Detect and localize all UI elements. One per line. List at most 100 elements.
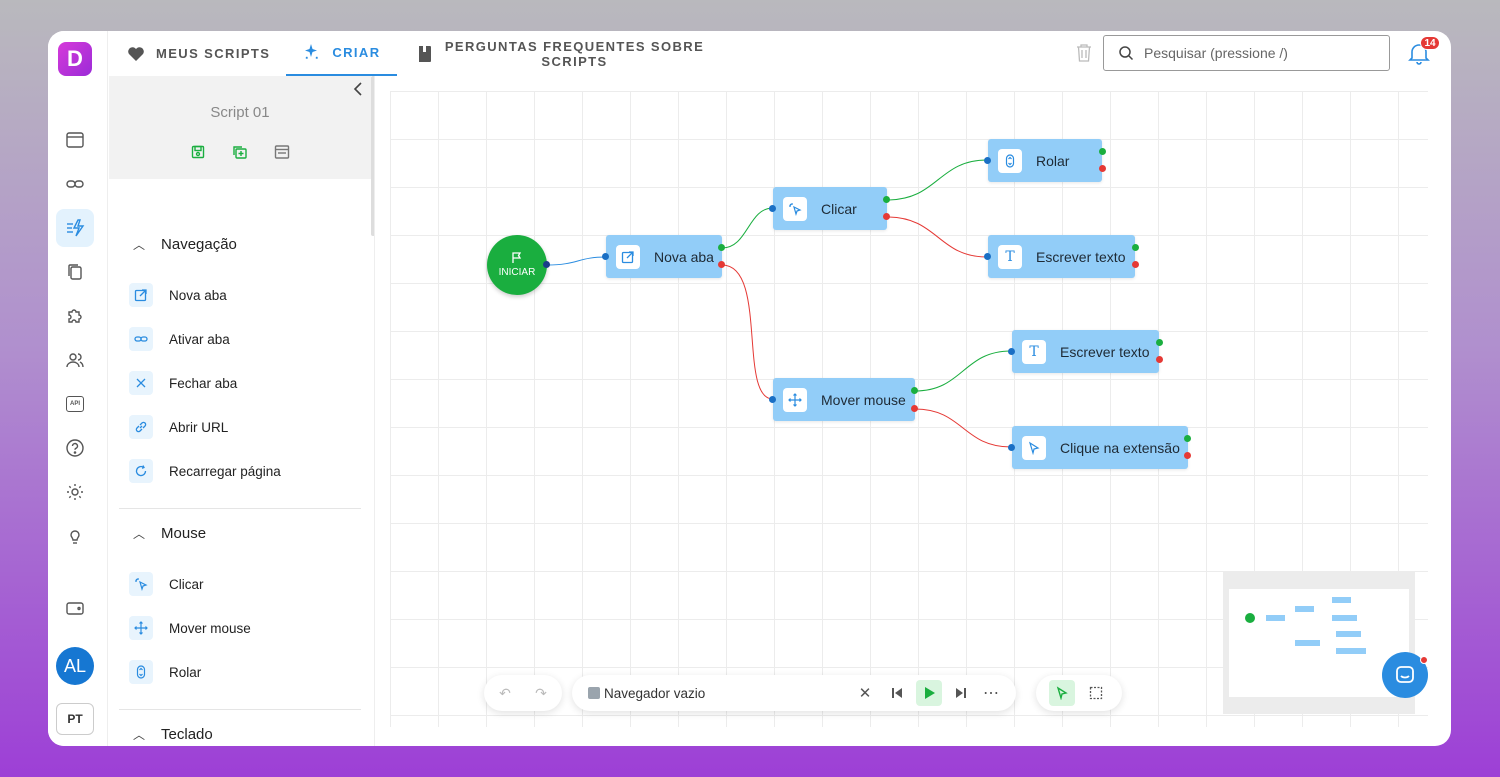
settings-icon[interactable]: [56, 473, 94, 511]
connector[interactable]: [911, 405, 918, 412]
action-activate-tab[interactable]: Ativar aba: [129, 327, 230, 351]
connector[interactable]: [718, 261, 725, 268]
section-navigation[interactable]: ︿ Navegação: [133, 236, 237, 253]
connector[interactable]: [1008, 348, 1015, 355]
minimap[interactable]: [1223, 571, 1415, 714]
wallet-icon[interactable]: [56, 589, 94, 627]
step-forward-icon[interactable]: [948, 680, 974, 706]
node-escrever-texto[interactable]: T Escrever texto: [988, 235, 1135, 278]
users-icon[interactable]: [56, 341, 94, 379]
node-label: Escrever texto: [1036, 248, 1126, 265]
start-node[interactable]: INICIAR: [487, 235, 547, 295]
chain-icon: [129, 415, 153, 439]
connector[interactable]: [718, 244, 725, 251]
action-label: Clicar: [169, 576, 204, 592]
sidebar-scrollbar[interactable]: [371, 76, 374, 236]
node-label: Rolar: [1036, 152, 1070, 169]
sparkle-icon: [305, 43, 319, 59]
connector[interactable]: [1099, 165, 1106, 172]
reload-icon: [129, 459, 153, 483]
chat-notification-dot: [1420, 656, 1428, 664]
scroll-icon: [998, 148, 1022, 173]
text-icon: T: [998, 244, 1022, 269]
undo-icon[interactable]: ↶: [492, 680, 518, 706]
select-pointer-icon[interactable]: [1049, 680, 1075, 706]
puzzle-icon[interactable]: [56, 297, 94, 335]
action-scroll[interactable]: Rolar: [129, 660, 201, 684]
node-nova-aba[interactable]: Nova aba: [606, 235, 722, 278]
connector[interactable]: [1156, 356, 1163, 363]
script-name[interactable]: Script 01: [109, 104, 371, 121]
connector[interactable]: [911, 387, 918, 394]
play-icon[interactable]: [916, 680, 942, 706]
connector[interactable]: [1132, 261, 1139, 268]
connector[interactable]: [1184, 435, 1191, 442]
api-icon[interactable]: API: [56, 385, 94, 423]
action-new-tab[interactable]: Nova aba: [129, 283, 227, 307]
close-icon[interactable]: ✕: [852, 680, 878, 706]
link-icon[interactable]: [56, 165, 94, 203]
step-back-icon[interactable]: [884, 680, 910, 706]
connector[interactable]: [984, 157, 991, 164]
automation-icon[interactable]: [56, 209, 94, 247]
action-label: Rolar: [169, 664, 202, 680]
tab-label: MEUS SCRIPTS: [156, 46, 271, 61]
bulb-icon[interactable]: [56, 517, 94, 555]
script-header: Script 01: [109, 76, 371, 179]
trash-icon[interactable]: [1075, 43, 1093, 68]
top-tabs: MEUS SCRIPTS CRIAR PERGUNTAS FREQUENTES …: [110, 31, 721, 76]
notification-badge: 14: [1420, 36, 1440, 50]
text-icon: T: [1022, 339, 1046, 364]
node-clique-extensao[interactable]: Clique na extensão: [1012, 426, 1188, 469]
minimap-start: [1245, 613, 1255, 623]
tab-my-scripts[interactable]: MEUS SCRIPTS: [110, 31, 286, 76]
connector[interactable]: [883, 213, 890, 220]
connector[interactable]: [1132, 244, 1139, 251]
node-escrever-texto[interactable]: T Escrever texto: [1012, 330, 1159, 373]
node-clicar[interactable]: Clicar: [773, 187, 887, 230]
search-input[interactable]: Pesquisar (pressione /): [1103, 35, 1390, 71]
more-icon[interactable]: ⋯: [978, 680, 1004, 706]
chevron-up-icon: ︿: [133, 238, 146, 252]
connector[interactable]: [769, 205, 776, 212]
window-icon[interactable]: [273, 143, 291, 161]
connector[interactable]: [984, 253, 991, 260]
app-logo[interactable]: D: [58, 42, 92, 76]
section-title: Navegação: [161, 236, 237, 253]
action-label: Mover mouse: [169, 620, 251, 636]
box-select-icon[interactable]: [1083, 680, 1109, 706]
tab-label: PERGUNTAS FREQUENTES SOBRE SCRIPTS: [444, 38, 705, 69]
copy-icon[interactable]: [56, 253, 94, 291]
connector[interactable]: [769, 396, 776, 403]
save-icon[interactable]: [189, 143, 207, 161]
tab-create[interactable]: CRIAR: [286, 31, 397, 76]
connector[interactable]: [543, 261, 550, 268]
action-move-mouse[interactable]: Mover mouse: [129, 616, 251, 640]
connector[interactable]: [602, 253, 609, 260]
browser-icon[interactable]: [56, 121, 94, 159]
action-click[interactable]: Clicar: [129, 572, 204, 596]
action-open-url[interactable]: Abrir URL: [129, 415, 228, 439]
node-rolar[interactable]: Rolar: [988, 139, 1102, 182]
node-mover-mouse[interactable]: Mover mouse: [773, 378, 915, 421]
action-close-tab[interactable]: Fechar aba: [129, 371, 237, 395]
click-pointer-icon: [783, 196, 807, 221]
section-mouse[interactable]: ︿ Mouse: [133, 525, 206, 542]
redo-icon[interactable]: ↷: [528, 680, 554, 706]
connector[interactable]: [1008, 444, 1015, 451]
action-reload-page[interactable]: Recarregar página: [129, 459, 281, 483]
connector[interactable]: [1184, 452, 1191, 459]
connector[interactable]: [1099, 148, 1106, 155]
help-icon[interactable]: [56, 429, 94, 467]
node-label: Nova aba: [654, 248, 714, 265]
collapse-sidebar-icon[interactable]: [352, 81, 364, 102]
language-button[interactable]: PT: [56, 703, 94, 735]
save-copy-icon[interactable]: [231, 143, 249, 161]
connector[interactable]: [1156, 339, 1163, 346]
move-icon: [129, 616, 153, 640]
section-keyboard[interactable]: ︿ Teclado: [133, 726, 213, 743]
tab-faq[interactable]: PERGUNTAS FREQUENTES SOBRE SCRIPTS: [397, 31, 721, 76]
avatar[interactable]: AL: [56, 647, 94, 685]
search-icon: [1119, 46, 1134, 61]
connector[interactable]: [883, 196, 890, 203]
